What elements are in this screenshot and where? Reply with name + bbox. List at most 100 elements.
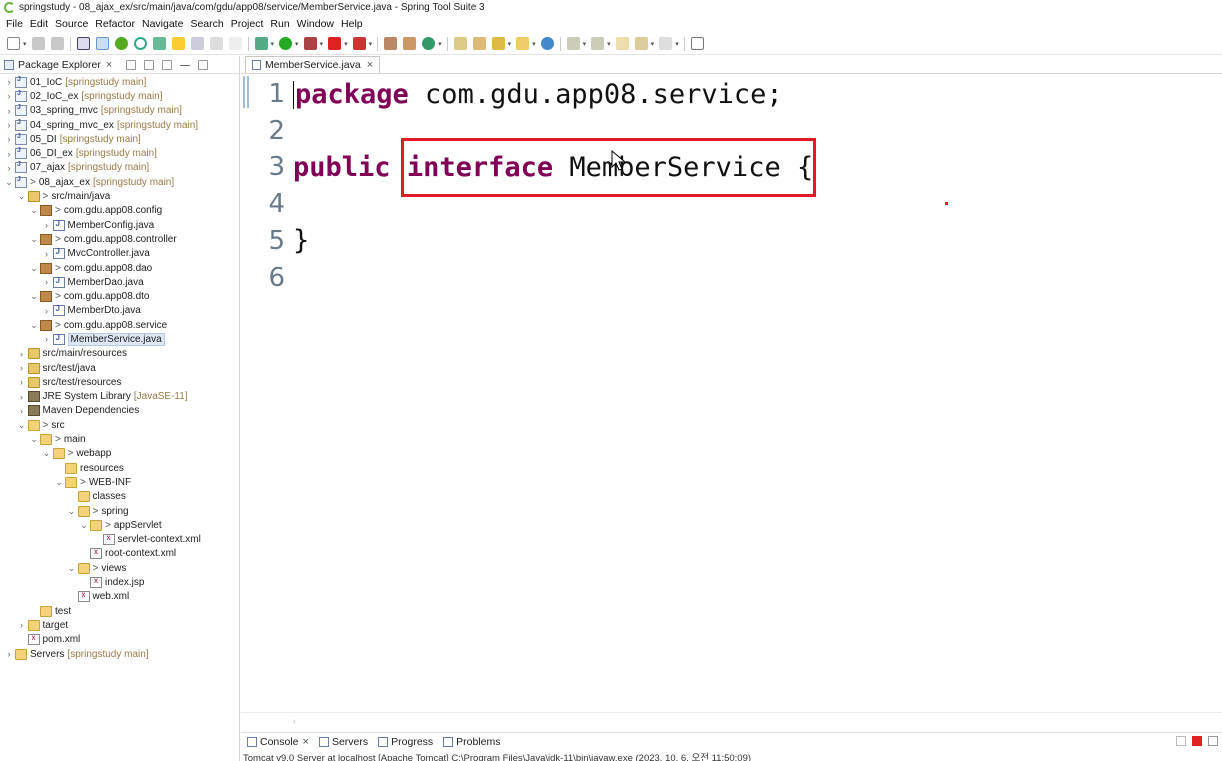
menu-help[interactable]: Help xyxy=(339,18,368,30)
tree-item[interactable]: › 06_DI_ex[springstudy main] xyxy=(0,146,239,160)
pin-console-icon[interactable] xyxy=(1176,736,1186,746)
tree-item[interactable]: › MemberConfig.java xyxy=(0,218,239,232)
tree-item[interactable]: › 02_IoC_ex[springstudy main] xyxy=(0,89,239,103)
collapsed-chevron-icon[interactable]: › xyxy=(4,77,14,87)
new-java-project-icon[interactable] xyxy=(384,37,398,50)
tree-item[interactable]: › MemberService.java xyxy=(0,332,239,346)
menu-refactor[interactable]: Refactor xyxy=(93,18,140,30)
tree-item[interactable]: › JRE System Library [JavaSE-11] xyxy=(0,390,239,404)
tab-console[interactable]: Console × xyxy=(247,736,309,748)
collapsed-chevron-icon[interactable]: › xyxy=(17,363,27,373)
expanded-chevron-icon[interactable]: ⌄ xyxy=(42,448,52,459)
code-line[interactable]: 2 xyxy=(241,113,293,149)
tree-item[interactable]: ⌄ > com.gdu.app08.controller xyxy=(0,232,239,246)
open-type-icon[interactable] xyxy=(453,37,467,50)
remove-launch-icon[interactable] xyxy=(1208,736,1218,746)
collapsed-chevron-icon[interactable]: › xyxy=(4,120,14,130)
tree-item[interactable]: › 03_spring_mvc[springstudy main] xyxy=(0,104,239,118)
collapsed-chevron-icon[interactable]: › xyxy=(42,277,52,287)
search-icon[interactable] xyxy=(491,37,505,50)
menu-file[interactable]: File xyxy=(4,18,28,30)
next-annotation-icon[interactable] xyxy=(566,37,580,50)
tree-item[interactable]: ⌄ > main xyxy=(0,432,239,446)
new-package-icon[interactable] xyxy=(403,37,417,50)
collapsed-chevron-icon[interactable]: › xyxy=(17,349,27,359)
tree-item[interactable]: ⌄ > src xyxy=(0,418,239,432)
skip-breakpoints-icon[interactable] xyxy=(95,37,109,50)
tree-item[interactable]: ⌄ > appServlet xyxy=(0,518,239,532)
link-with-editor-icon[interactable] xyxy=(144,59,155,70)
tab-servers[interactable]: Servers xyxy=(318,736,368,748)
tree-item[interactable]: › Maven Dependencies xyxy=(0,404,239,418)
scroll-left-icon[interactable]: ‹ xyxy=(293,716,296,726)
collapsed-chevron-icon[interactable]: › xyxy=(4,149,14,159)
collapsed-chevron-icon[interactable]: › xyxy=(17,406,27,416)
menu-edit[interactable]: Edit xyxy=(28,18,53,30)
tree-item[interactable]: › src/test/resources xyxy=(0,375,239,389)
code-line[interactable]: 6 xyxy=(241,260,293,296)
maximize-icon[interactable] xyxy=(198,59,209,70)
new-class-icon[interactable] xyxy=(422,37,436,50)
close-icon[interactable]: × xyxy=(303,736,309,748)
tree-item[interactable]: ⌄ > com.gdu.app08.dto xyxy=(0,289,239,303)
terminate-icon[interactable] xyxy=(1192,736,1202,746)
collapsed-chevron-icon[interactable]: › xyxy=(42,220,52,230)
collapsed-chevron-icon[interactable]: › xyxy=(4,163,14,173)
tab-memberservice-java[interactable]: MemberService.java × xyxy=(245,56,381,73)
tree-item[interactable]: › src/test/java xyxy=(0,361,239,375)
expanded-chevron-icon[interactable]: ⌄ xyxy=(29,434,39,445)
collapsed-chevron-icon[interactable]: › xyxy=(17,620,27,630)
toggle-icon[interactable] xyxy=(190,37,204,50)
collapsed-chevron-icon[interactable]: › xyxy=(4,106,14,116)
previous-annotation-icon[interactable] xyxy=(591,37,605,50)
tree-item[interactable]: index.jsp xyxy=(0,575,239,589)
tree-item[interactable]: ⌄ > src/main/java xyxy=(0,189,239,203)
tree-item[interactable]: › Servers [springstudy main] xyxy=(0,647,239,661)
expanded-chevron-icon[interactable]: ⌄ xyxy=(54,477,64,488)
expanded-chevron-icon[interactable]: ⌄ xyxy=(17,420,27,431)
tab-progress[interactable]: Progress xyxy=(378,736,433,748)
tree-item[interactable]: ⌄ > WEB-INF xyxy=(0,475,239,489)
tree-item[interactable]: › target xyxy=(0,618,239,632)
run-icon[interactable] xyxy=(279,37,293,50)
tree-item[interactable]: ⌄ > views xyxy=(0,561,239,575)
debug-icon[interactable] xyxy=(254,37,268,50)
whitespace-icon[interactable] xyxy=(228,37,242,50)
tree-item[interactable]: › MvcController.java xyxy=(0,247,239,261)
tree-item[interactable]: › MemberDto.java xyxy=(0,304,239,318)
save-all-icon[interactable] xyxy=(50,37,64,50)
new-icon[interactable] xyxy=(7,37,20,50)
spring-boot-icon[interactable] xyxy=(114,37,128,50)
menu-window[interactable]: Window xyxy=(295,18,339,30)
menu-run[interactable]: Run xyxy=(268,18,294,30)
collapsed-chevron-icon[interactable]: › xyxy=(4,134,14,144)
tree-item[interactable]: › 04_spring_mvc_ex[springstudy main] xyxy=(0,118,239,132)
tree-item[interactable]: › 01_IoC[springstudy main] xyxy=(0,75,239,89)
deploy-icon[interactable] xyxy=(352,37,366,50)
collapsed-chevron-icon[interactable]: › xyxy=(42,334,52,344)
open-task-icon[interactable] xyxy=(472,37,486,50)
collapsed-chevron-icon[interactable]: › xyxy=(17,377,27,387)
terminal-icon[interactable] xyxy=(76,37,90,50)
tree-item[interactable]: resources xyxy=(0,461,239,475)
tree-item[interactable]: › 05_DI[springstudy main] xyxy=(0,132,239,146)
code-line[interactable]: 1 package com.gdu.app08.service; xyxy=(241,76,782,112)
minimize-icon[interactable] xyxy=(180,65,191,66)
tree-item[interactable]: web.xml xyxy=(0,590,239,604)
refresh-icon[interactable] xyxy=(133,37,147,50)
expanded-chevron-icon[interactable]: ⌄ xyxy=(29,263,39,274)
expanded-chevron-icon[interactable]: ⌄ xyxy=(29,205,39,216)
collapse-all-icon[interactable] xyxy=(126,59,137,70)
last-edit-icon[interactable] xyxy=(615,37,629,50)
expanded-chevron-icon[interactable]: ⌄ xyxy=(17,191,27,202)
tree-item[interactable]: classes xyxy=(0,490,239,504)
open-perspective-icon[interactable] xyxy=(690,37,704,50)
tree-item[interactable]: ⌄ >08_ajax_ex[springstudy main] xyxy=(0,175,239,189)
expanded-chevron-icon[interactable]: ⌄ xyxy=(67,563,77,574)
globe-icon[interactable] xyxy=(540,37,554,50)
tree-item[interactable]: ⌄ > com.gdu.app08.dao xyxy=(0,261,239,275)
collapsed-chevron-icon[interactable]: › xyxy=(42,249,52,259)
code-line[interactable]: 4 xyxy=(241,186,293,222)
collapsed-chevron-icon[interactable]: › xyxy=(42,306,52,316)
horizontal-scrollbar[interactable]: ‹ xyxy=(241,712,1222,730)
